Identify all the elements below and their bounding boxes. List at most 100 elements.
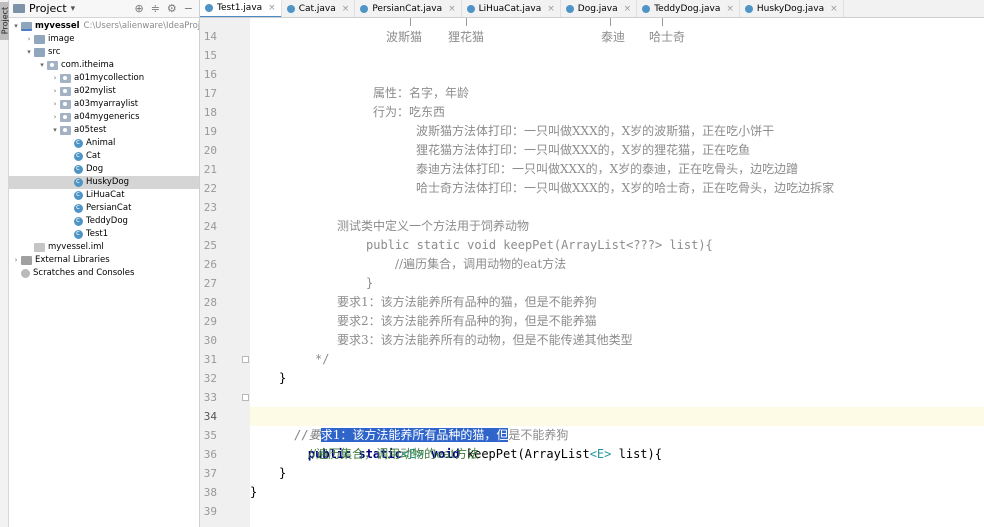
tab-label: HuskyDog.java xyxy=(756,4,825,14)
tab-label: Test1.java xyxy=(217,3,263,13)
chevron-down-icon[interactable]: ▾ xyxy=(71,4,76,14)
tree-item-cat[interactable]: Cat xyxy=(9,149,199,163)
close-icon[interactable]: × xyxy=(726,4,734,14)
generic-type-arg: <E> xyxy=(589,447,612,461)
tree-item-image[interactable]: › image xyxy=(9,33,199,46)
tree-item-dog[interactable]: Dog xyxy=(9,162,199,176)
line-number: 24 xyxy=(203,220,217,233)
tree-item-lihuacat[interactable]: LiHuaCat xyxy=(9,188,199,202)
tree-item-a05test[interactable]: ▾ a05test xyxy=(9,124,199,137)
tree-item-a01mycollection[interactable]: › a01mycollection xyxy=(9,72,199,85)
tree-item-teddydog[interactable]: TeddyDog xyxy=(9,214,199,228)
tree-item-external-libraries[interactable]: › External Libraries xyxy=(9,254,199,267)
project-panel-header: Project ▾ ⊕ ≑ ⚙ − xyxy=(9,0,199,18)
line-number: 33 xyxy=(203,391,217,404)
chevron-down-icon[interactable]: ▾ xyxy=(11,20,21,33)
tree-connector xyxy=(610,18,611,26)
tab-label: PersianCat.java xyxy=(372,4,443,14)
tree-item-scratches-and-consoles[interactable]: Scratches and Consoles xyxy=(9,267,199,280)
tree-item-test1[interactable]: Test1 xyxy=(9,227,199,241)
chevron-right-icon[interactable]: › xyxy=(11,254,21,267)
tab-huskydog-java[interactable]: HuskyDog.java × xyxy=(740,0,844,17)
close-icon[interactable]: × xyxy=(268,3,276,13)
code-editor[interactable]: 波斯猫 狸花猫 泰迪 哈士奇 属性：名字，年龄 行为：吃东西 波斯猫方法体打印：… xyxy=(250,18,984,527)
java-class-icon xyxy=(642,5,651,13)
line-number: 30 xyxy=(203,334,217,347)
java-class-icon xyxy=(565,5,574,13)
tab-lihuacat-java[interactable]: LiHuaCat.java × xyxy=(462,0,561,17)
tree-item-a02mylist[interactable]: › a02mylist xyxy=(9,85,199,98)
folder-icon xyxy=(34,35,45,44)
code-line-20: 狸花猫方法体打印：一只叫做XXX的，X岁的狸花猫，正在吃鱼 xyxy=(416,143,751,157)
line-number: 35 xyxy=(203,429,217,442)
tab-dog-java[interactable]: Dog.java × xyxy=(561,0,638,17)
module-folder-icon xyxy=(21,22,32,31)
line-number: 32 xyxy=(203,372,217,385)
code-line-32: } xyxy=(279,371,287,385)
java-class-icon xyxy=(74,162,83,175)
tree-item-label: Cat xyxy=(86,151,101,161)
tree-item-myvessel[interactable]: ▾ myvesselC:\Users\alienware\IdeaProjects… xyxy=(9,20,199,33)
line-number: 28 xyxy=(203,296,217,309)
project-tree: ▾ myvesselC:\Users\alienware\IdeaProjects… xyxy=(9,18,199,280)
tree-item-myvessel-iml[interactable]: myvessel.iml xyxy=(9,241,199,254)
tab-cat-java[interactable]: Cat.java × xyxy=(282,0,356,17)
scratches-icon xyxy=(21,269,30,278)
tree-item-animal[interactable]: Animal xyxy=(9,136,199,150)
locate-icon[interactable]: ⊕ xyxy=(134,2,143,15)
chevron-down-icon[interactable]: ▾ xyxy=(37,59,47,72)
tree-item-src[interactable]: ▾ src xyxy=(9,46,199,59)
line-number: 19 xyxy=(203,125,217,138)
chevron-down-icon[interactable]: ▾ xyxy=(24,46,34,59)
code-line-36: //遍历集合，调用动物的eat方法 xyxy=(308,447,480,461)
line-number: 38 xyxy=(203,486,217,499)
chevron-right-icon[interactable]: › xyxy=(50,85,60,98)
close-icon[interactable]: × xyxy=(830,4,838,14)
tree-item-huskydog[interactable]: HuskyDog xyxy=(9,175,199,189)
line-number: 22 xyxy=(203,182,217,195)
java-class-icon xyxy=(744,5,753,13)
project-tool-tab[interactable]: Project xyxy=(0,2,10,40)
close-icon[interactable]: × xyxy=(547,4,555,14)
java-class-icon xyxy=(74,136,83,149)
close-icon[interactable]: × xyxy=(342,4,350,14)
package-icon xyxy=(60,113,71,122)
chevron-right-icon[interactable]: › xyxy=(50,98,60,111)
tree-item-label: LiHuaCat xyxy=(86,190,125,200)
package-icon xyxy=(60,126,71,135)
line-number: 37 xyxy=(203,467,217,480)
java-class-icon xyxy=(466,5,475,13)
chevron-down-icon[interactable]: ▾ xyxy=(50,124,60,137)
close-icon[interactable]: × xyxy=(624,4,632,14)
tab-teddydog-java[interactable]: TeddyDog.java × xyxy=(637,0,740,17)
project-view-selector[interactable]: Project xyxy=(29,2,67,15)
tab-persiancat-java[interactable]: PersianCat.java × xyxy=(355,0,462,17)
java-class-icon xyxy=(74,214,83,227)
tool-window-strip: Project xyxy=(0,0,10,527)
tree-item-label: src xyxy=(48,47,61,57)
tree-label-lihua: 狸花猫 xyxy=(448,30,485,44)
tree-item-com-itheima[interactable]: ▾ com.itheima xyxy=(9,59,199,72)
tree-item-persiancat[interactable]: PersianCat xyxy=(9,201,199,215)
chevron-right-icon[interactable]: › xyxy=(50,72,60,85)
code-line-19: 波斯猫方法体打印：一只叫做XXX的，X岁的波斯猫，正在吃小饼干 xyxy=(416,124,775,138)
tree-item-label: Dog xyxy=(86,164,104,174)
hide-icon[interactable]: − xyxy=(184,2,193,15)
java-class-icon xyxy=(205,4,213,12)
gear-icon[interactable]: ⚙ xyxy=(167,2,177,15)
line-number: 26 xyxy=(203,258,217,271)
fold-marker-icon[interactable] xyxy=(242,394,249,401)
chevron-right-icon[interactable]: › xyxy=(24,33,34,46)
line-number: 27 xyxy=(203,277,217,290)
tree-item-a03myarraylist[interactable]: › a03myarraylist xyxy=(9,98,199,111)
code-line-31-end: */ xyxy=(315,352,330,366)
tab-test1-java[interactable]: Test1.java × xyxy=(200,0,282,17)
code-line-35: public static<E> void keepPet(ArrayList<… xyxy=(279,426,662,461)
fold-marker-icon[interactable] xyxy=(242,356,249,363)
tree-item-label: a02mylist xyxy=(74,86,116,96)
collapse-all-icon[interactable]: ≑ xyxy=(151,2,160,15)
chevron-right-icon[interactable]: › xyxy=(50,111,60,124)
close-icon[interactable]: × xyxy=(448,4,456,14)
tree-item-a04mygenerics[interactable]: › a04mygenerics xyxy=(9,111,199,124)
tree-item-label: Scratches and Consoles xyxy=(33,268,135,278)
